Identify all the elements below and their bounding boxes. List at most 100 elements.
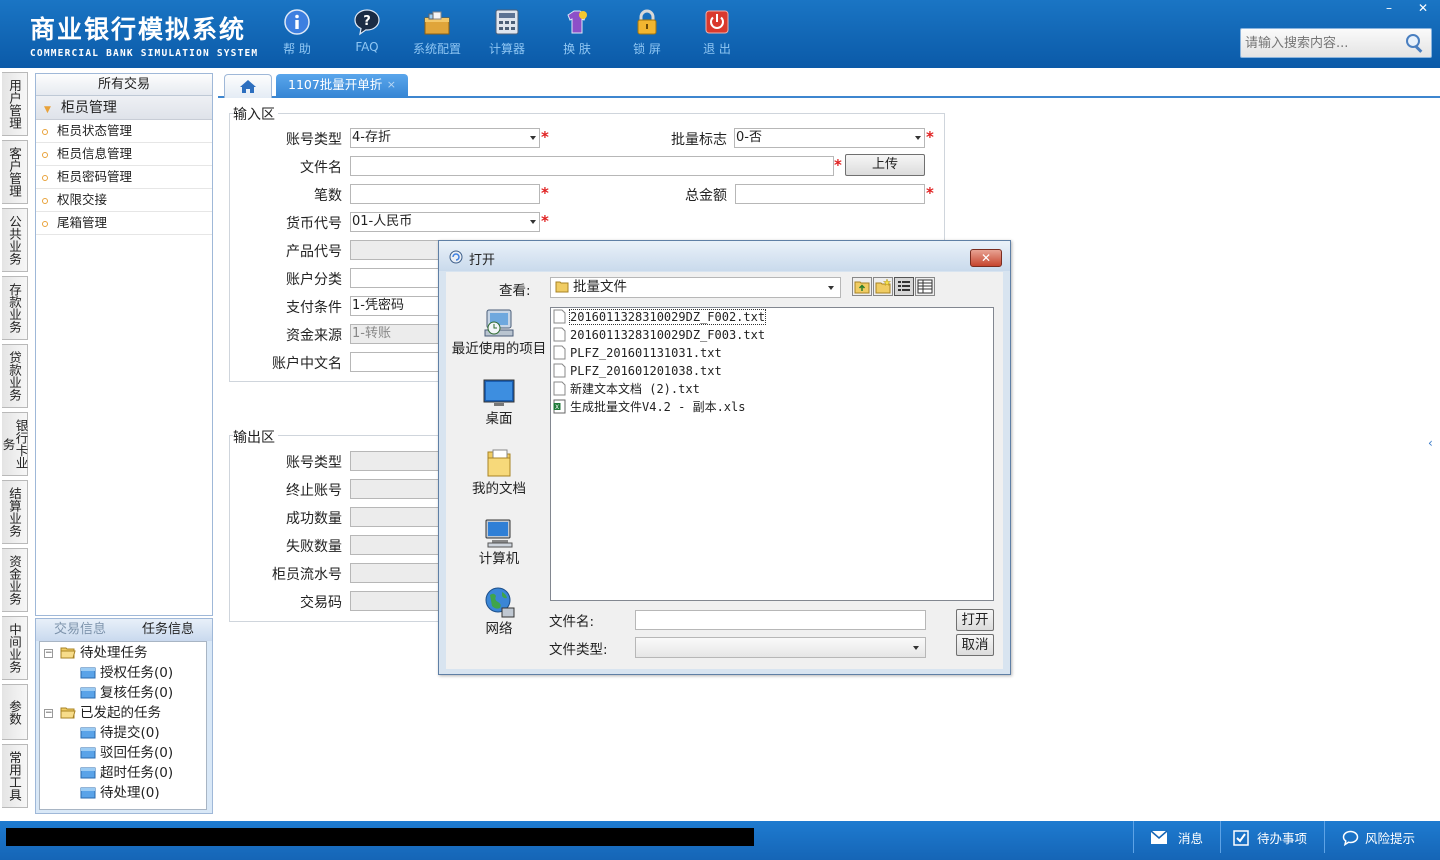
open-button[interactable]: 打开: [956, 609, 994, 631]
module-nav-item[interactable]: 公共业务: [2, 208, 28, 272]
tree-item-authority-handover[interactable]: 权限交接: [36, 189, 212, 212]
module-nav-item[interactable]: 资金业务: [2, 548, 28, 612]
out-transaction-code-field: [350, 591, 440, 611]
task-tree-item[interactable]: 驳回任务(0): [40, 743, 206, 763]
task-tree-item[interactable]: 待处理(0): [40, 783, 206, 803]
place-computer[interactable]: 计算机: [448, 516, 550, 586]
file-name-input[interactable]: [350, 156, 834, 176]
list-view-icon[interactable]: [894, 277, 914, 296]
dialog-close-button[interactable]: ✕: [970, 249, 1002, 267]
module-nav-item[interactable]: 贷款业务: [2, 344, 28, 408]
module-nav-item[interactable]: 用户管理: [2, 72, 28, 136]
collapse-right-icon[interactable]: ‹: [1428, 436, 1436, 452]
help-button[interactable]: 帮 助: [262, 8, 332, 57]
chevron-down-icon: [915, 136, 921, 140]
place-recent-items[interactable]: 最近使用的项目: [448, 306, 550, 376]
folder-blue-icon: [80, 687, 96, 699]
payment-condition-select[interactable]: 1-凭密码: [350, 296, 440, 316]
filename-input[interactable]: [635, 610, 926, 630]
file-list-item[interactable]: PLFZ_201601131031.txt: [551, 344, 993, 362]
task-tree: − 待处理任务 授权任务(0) 复核任务(0) − 已发起的任务 待提交(0) 驳回任务(0)…: [39, 641, 207, 810]
task-tree-item[interactable]: 授权任务(0): [40, 663, 206, 683]
account-type-value: 4-存折: [352, 130, 391, 145]
account-class-input[interactable]: [350, 268, 440, 288]
collapse-icon[interactable]: −: [44, 709, 53, 718]
my-documents-icon: [482, 446, 516, 480]
place-label: 最近使用的项目: [451, 341, 547, 357]
tab-task-info[interactable]: 任务信息: [124, 619, 212, 641]
task-tree-item[interactable]: 待提交(0): [40, 723, 206, 743]
currency-select[interactable]: 01-人民币: [350, 212, 540, 232]
dialog-title: 打开: [469, 253, 496, 268]
task-panel: 交易信息 任务信息 − 待处理任务 授权任务(0) 复核任务(0) − 已发起的任务 待提交…: [35, 618, 213, 814]
minimize-button[interactable]: –: [1372, 0, 1406, 18]
settings-button[interactable]: 系统配置: [402, 8, 472, 57]
app-subtitle: COMMERCIAL BANK SIMULATION SYSTEM: [30, 48, 259, 59]
place-my-documents[interactable]: 我的文档: [448, 446, 550, 516]
module-nav: 用户管理客户管理公共业务存款业务贷款业务银行卡业务结算业务资金业务中间业务参数常…: [0, 72, 30, 812]
lookin-select[interactable]: 批量文件: [550, 277, 841, 298]
tree-item-teller-password[interactable]: 柜员密码管理: [36, 166, 212, 189]
task-tree-folder[interactable]: − 待处理任务: [40, 643, 206, 663]
todo-button[interactable]: 待办事项: [1233, 828, 1307, 847]
tab-transaction-info[interactable]: 交易信息: [36, 619, 124, 641]
exit-button[interactable]: 退 出: [682, 8, 752, 57]
file-list-item[interactable]: 新建文本文档 (2).txt: [551, 380, 993, 398]
faq-button[interactable]: ? FAQ: [332, 8, 402, 57]
place-desktop[interactable]: 桌面: [448, 376, 550, 446]
dialog-view-toolbar: [852, 277, 935, 296]
risk-alert-button[interactable]: 风险提示: [1342, 828, 1415, 847]
task-tree-folder[interactable]: − 已发起的任务: [40, 703, 206, 723]
messages-button[interactable]: 消息: [1150, 828, 1203, 847]
close-window-button[interactable]: ✕: [1406, 0, 1440, 18]
account-class-label: 账户分类: [286, 272, 342, 288]
calculator-button[interactable]: 计算器: [472, 8, 542, 57]
file-list-item[interactable]: 2016011328310029DZ_F002.txt: [551, 308, 993, 326]
window-controls: – ✕: [1372, 0, 1440, 18]
tree-group-teller-management[interactable]: ▼ 柜员管理: [36, 96, 212, 120]
account-cn-name-input[interactable]: [350, 352, 440, 372]
module-nav-item[interactable]: 银行卡业务: [1, 412, 29, 476]
place-network[interactable]: 网络: [448, 586, 550, 656]
total-amount-input[interactable]: [735, 184, 925, 204]
module-nav-item[interactable]: 参数: [2, 684, 28, 740]
batch-flag-select[interactable]: 0-否: [734, 128, 925, 148]
up-folder-icon[interactable]: [852, 277, 872, 296]
module-nav-item[interactable]: 中间业务: [2, 616, 28, 680]
home-icon: [240, 80, 256, 93]
payment-condition-label: 支付条件: [286, 300, 342, 316]
close-tab-icon[interactable]: ×: [387, 74, 396, 96]
account-type-label: 账号类型: [286, 132, 342, 148]
file-list[interactable]: 2016011328310029DZ_F002.txt 2016011328310…: [550, 307, 994, 601]
brand: 商业银行模拟系统 COMMERCIAL BANK SIMULATION SYST…: [30, 10, 258, 59]
bullet-icon: [42, 128, 48, 135]
search-input[interactable]: [1245, 34, 1405, 52]
file-list-item[interactable]: 2016011328310029DZ_F003.txt: [551, 326, 993, 344]
tree-item-teller-info[interactable]: 柜员信息管理: [36, 143, 212, 166]
file-list-item[interactable]: X 生成批量文件V4.2 - 副本.xls: [551, 398, 993, 416]
lock-screen-button[interactable]: 锁 屏: [612, 8, 682, 57]
module-nav-item[interactable]: 常用工具: [2, 744, 28, 808]
module-nav-item[interactable]: 客户管理: [2, 140, 28, 204]
folder-open-icon: [60, 707, 76, 719]
details-view-icon[interactable]: [915, 277, 935, 296]
search-icon[interactable]: [1403, 32, 1427, 54]
count-input[interactable]: [350, 184, 540, 204]
new-folder-icon[interactable]: [873, 277, 893, 296]
skin-button[interactable]: 换 肤: [542, 8, 612, 57]
upload-button[interactable]: 上传: [845, 154, 925, 176]
tree-item-teller-status[interactable]: 柜员状态管理: [36, 120, 212, 143]
account-type-select[interactable]: 4-存折: [350, 128, 540, 148]
task-tree-item[interactable]: 复核任务(0): [40, 683, 206, 703]
module-nav-item[interactable]: 存款业务: [2, 276, 28, 340]
collapse-icon[interactable]: −: [44, 649, 53, 658]
required-mark: *: [926, 184, 934, 202]
tab-batch-open-passbook[interactable]: 1107批量开单折 ×: [276, 74, 408, 98]
tree-item-tail-box[interactable]: 尾箱管理: [36, 212, 212, 235]
tab-home[interactable]: [224, 74, 272, 98]
module-nav-item[interactable]: 结算业务: [2, 480, 28, 544]
cancel-button[interactable]: 取消: [956, 634, 994, 656]
filetype-select[interactable]: [635, 637, 926, 658]
task-tree-item[interactable]: 超时任务(0): [40, 763, 206, 783]
file-list-item[interactable]: PLFZ_201601201038.txt: [551, 362, 993, 380]
